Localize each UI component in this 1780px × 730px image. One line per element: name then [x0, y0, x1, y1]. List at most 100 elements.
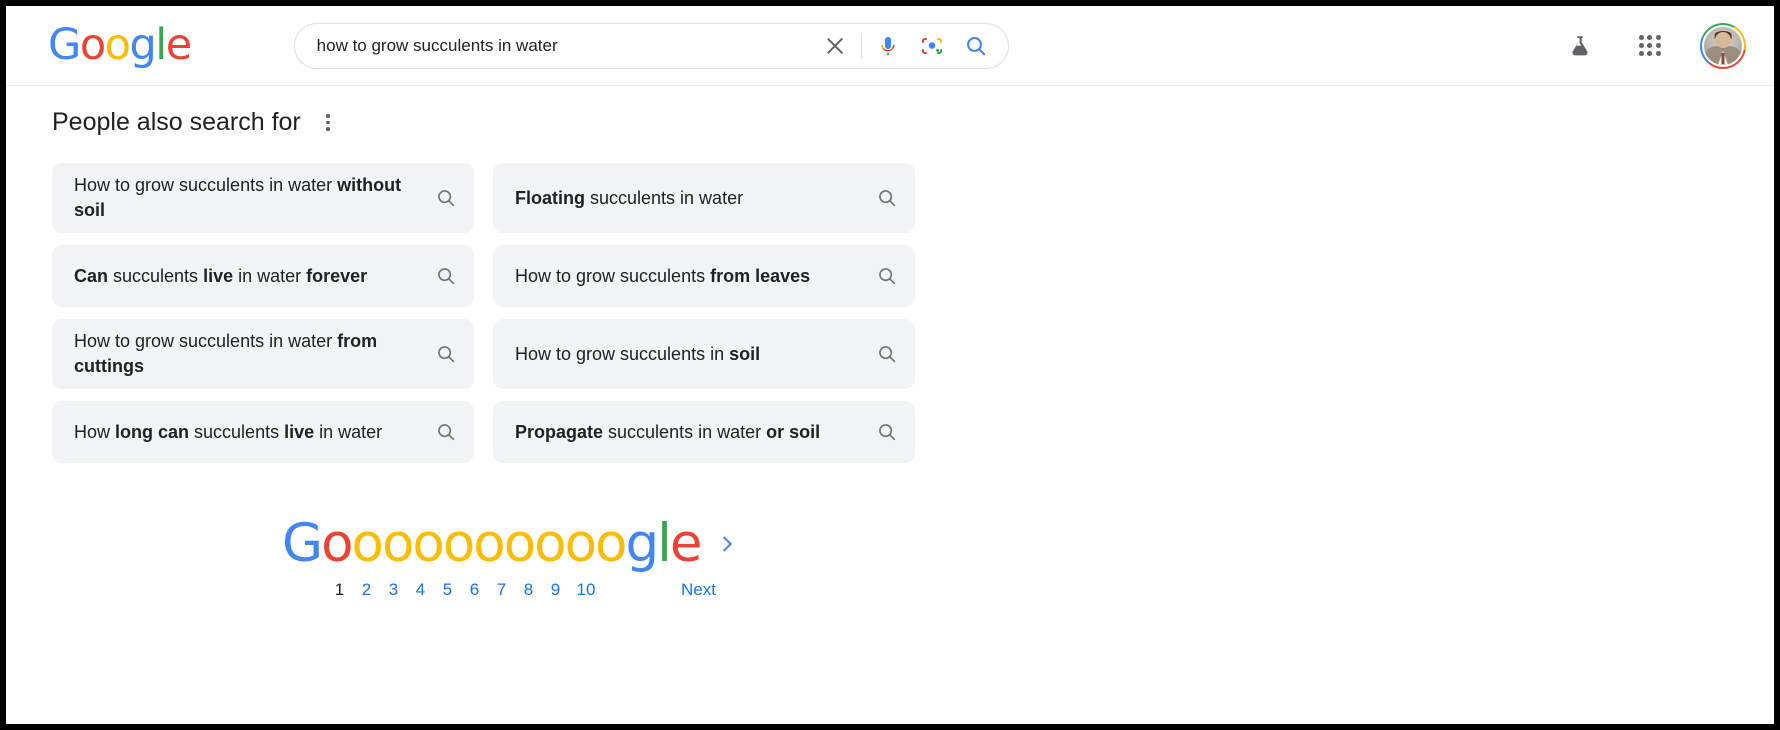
- google-apps-button[interactable]: [1630, 26, 1670, 66]
- plain-text: succulents: [189, 421, 285, 442]
- related-search-label: Propagate succulents in water or soil: [515, 420, 859, 445]
- page-title: People also search for: [52, 108, 301, 136]
- card-search-icon-button[interactable]: [418, 343, 474, 365]
- next-page-arrow-button[interactable]: [714, 531, 740, 557]
- plain-text: succulents in water: [603, 421, 767, 442]
- related-search-card[interactable]: How to grow succulents in soil: [493, 319, 915, 389]
- page-number-5[interactable]: 5: [434, 580, 461, 600]
- related-searches-grid: How to grow succulents in water without …: [52, 163, 915, 463]
- page-number-8[interactable]: 8: [515, 580, 542, 600]
- plain-text: How to grow succulents: [515, 265, 711, 286]
- highlight-text: long can: [115, 421, 190, 442]
- pagination-logo-letter: o: [503, 513, 536, 574]
- close-icon: [824, 35, 846, 57]
- microphone-icon: [880, 36, 895, 55]
- related-search-card[interactable]: Floating succulents in water: [493, 163, 915, 233]
- plain-text: How: [74, 421, 116, 442]
- chevron-right-icon: [723, 536, 733, 551]
- highlight-text: Can: [74, 265, 109, 286]
- related-search-label: How long can succulents live in water: [74, 420, 418, 445]
- card-search-icon-button[interactable]: [859, 421, 915, 443]
- pagination-logo-letter: o: [442, 513, 475, 574]
- search-submit-button[interactable]: [954, 24, 998, 68]
- page-number-9[interactable]: 9: [542, 580, 569, 600]
- section-menu-button[interactable]: [315, 110, 341, 136]
- highlight-text: or soil: [766, 421, 821, 442]
- lens-search-button[interactable]: [910, 24, 954, 68]
- card-search-icon-button[interactable]: [859, 265, 915, 287]
- search-labs-button[interactable]: [1560, 26, 1600, 66]
- voice-search-button[interactable]: [866, 24, 910, 68]
- related-search-card[interactable]: Propagate succulents in water or soil: [493, 401, 915, 463]
- pagination: Goooooooooogle 1 2 3 4 5 6 7 8 9 10 Next: [52, 517, 1774, 600]
- google-logo-letter: G: [48, 20, 81, 70]
- highlight-text: Propagate: [515, 421, 604, 442]
- search-icon: [438, 190, 455, 207]
- related-search-card[interactable]: Can succulents live in water forever: [52, 245, 474, 307]
- pagination-logo-letter: o: [595, 513, 627, 574]
- search-icon: [879, 190, 896, 207]
- page-number-10[interactable]: 10: [569, 580, 603, 600]
- google-logo[interactable]: Google: [48, 20, 192, 70]
- search-icon: [966, 36, 985, 55]
- card-search-icon-button[interactable]: [418, 187, 474, 209]
- pagination-logo-letter: g: [625, 513, 659, 574]
- main-content: People also search for How to grow succu…: [6, 86, 1774, 600]
- search-icon: [438, 346, 455, 363]
- search-input[interactable]: [294, 35, 813, 56]
- page-number-6[interactable]: 6: [461, 580, 488, 600]
- account-avatar[interactable]: [1700, 22, 1746, 69]
- clear-search-button[interactable]: [813, 24, 857, 68]
- highlight-text: soil: [729, 343, 761, 364]
- google-logo-letter: o: [79, 20, 106, 70]
- next-page-link[interactable]: Next: [681, 580, 716, 600]
- related-search-card[interactable]: How to grow succulents from leaves: [493, 245, 915, 307]
- plain-text: in water: [233, 265, 307, 286]
- pagination-logo-row: Goooooooooogle: [282, 517, 1774, 570]
- google-logo-letter: o: [104, 20, 131, 70]
- pagination-logo-letter: l: [657, 513, 672, 574]
- plain-text: How to grow succulents in: [515, 343, 730, 364]
- page-number-2[interactable]: 2: [353, 580, 380, 600]
- highlight-text: forever: [306, 265, 368, 286]
- search-divider: [860, 32, 862, 59]
- google-logo-letter: g: [129, 20, 156, 70]
- related-search-card[interactable]: How to grow succulents in water from cut…: [52, 319, 474, 389]
- pagination-logo-letter: o: [534, 513, 566, 574]
- related-search-label: How to grow succulents from leaves: [515, 264, 859, 289]
- related-search-label: How to grow succulents in water from cut…: [74, 329, 418, 379]
- related-search-label: How to grow succulents in water without …: [74, 173, 418, 223]
- plain-text: How to grow succulents in water: [74, 175, 338, 195]
- card-search-icon-button[interactable]: [859, 187, 915, 209]
- google-logo-letter: e: [165, 20, 192, 70]
- google-logo-letter: l: [155, 20, 167, 70]
- flask-icon: [1572, 35, 1588, 55]
- page-number-4[interactable]: 4: [407, 580, 434, 600]
- pagination-logo-letter: o: [564, 513, 597, 574]
- avatar: [1702, 24, 1744, 67]
- pagination-logo-letter: o: [321, 513, 353, 574]
- search-icon: [879, 346, 896, 363]
- page-number-1: 1: [334, 580, 345, 599]
- page-number-list: 1 2 3 4 5 6 7 8 9 10 Next: [282, 580, 1774, 600]
- highlight-text: live: [203, 265, 234, 286]
- related-search-label: Floating succulents in water: [515, 186, 859, 211]
- search-icon: [438, 268, 455, 285]
- header-actions: [1560, 22, 1774, 69]
- pagination-google-logo: Goooooooooogle: [282, 513, 703, 574]
- card-search-icon-button[interactable]: [418, 421, 474, 443]
- pagination-logo-letter: e: [669, 513, 703, 574]
- related-search-label: Can succulents live in water forever: [74, 264, 418, 289]
- highlight-text: live: [284, 421, 315, 442]
- google-search-results-page: Google how to grow succulents in water P…: [0, 0, 1780, 730]
- page-number-7[interactable]: 7: [488, 580, 515, 600]
- related-search-card[interactable]: How long can succulents live in water: [52, 401, 474, 463]
- card-search-icon-button[interactable]: [418, 265, 474, 287]
- google-lens-icon: [921, 37, 942, 54]
- related-search-card[interactable]: How to grow succulents in water without …: [52, 163, 474, 233]
- plain-text: How to grow succulents in water: [74, 331, 338, 351]
- search-box[interactable]: [293, 22, 1009, 69]
- card-search-icon-button[interactable]: [859, 343, 915, 365]
- page-number-3[interactable]: 3: [380, 580, 407, 600]
- pagination-logo-letter: G: [282, 513, 323, 574]
